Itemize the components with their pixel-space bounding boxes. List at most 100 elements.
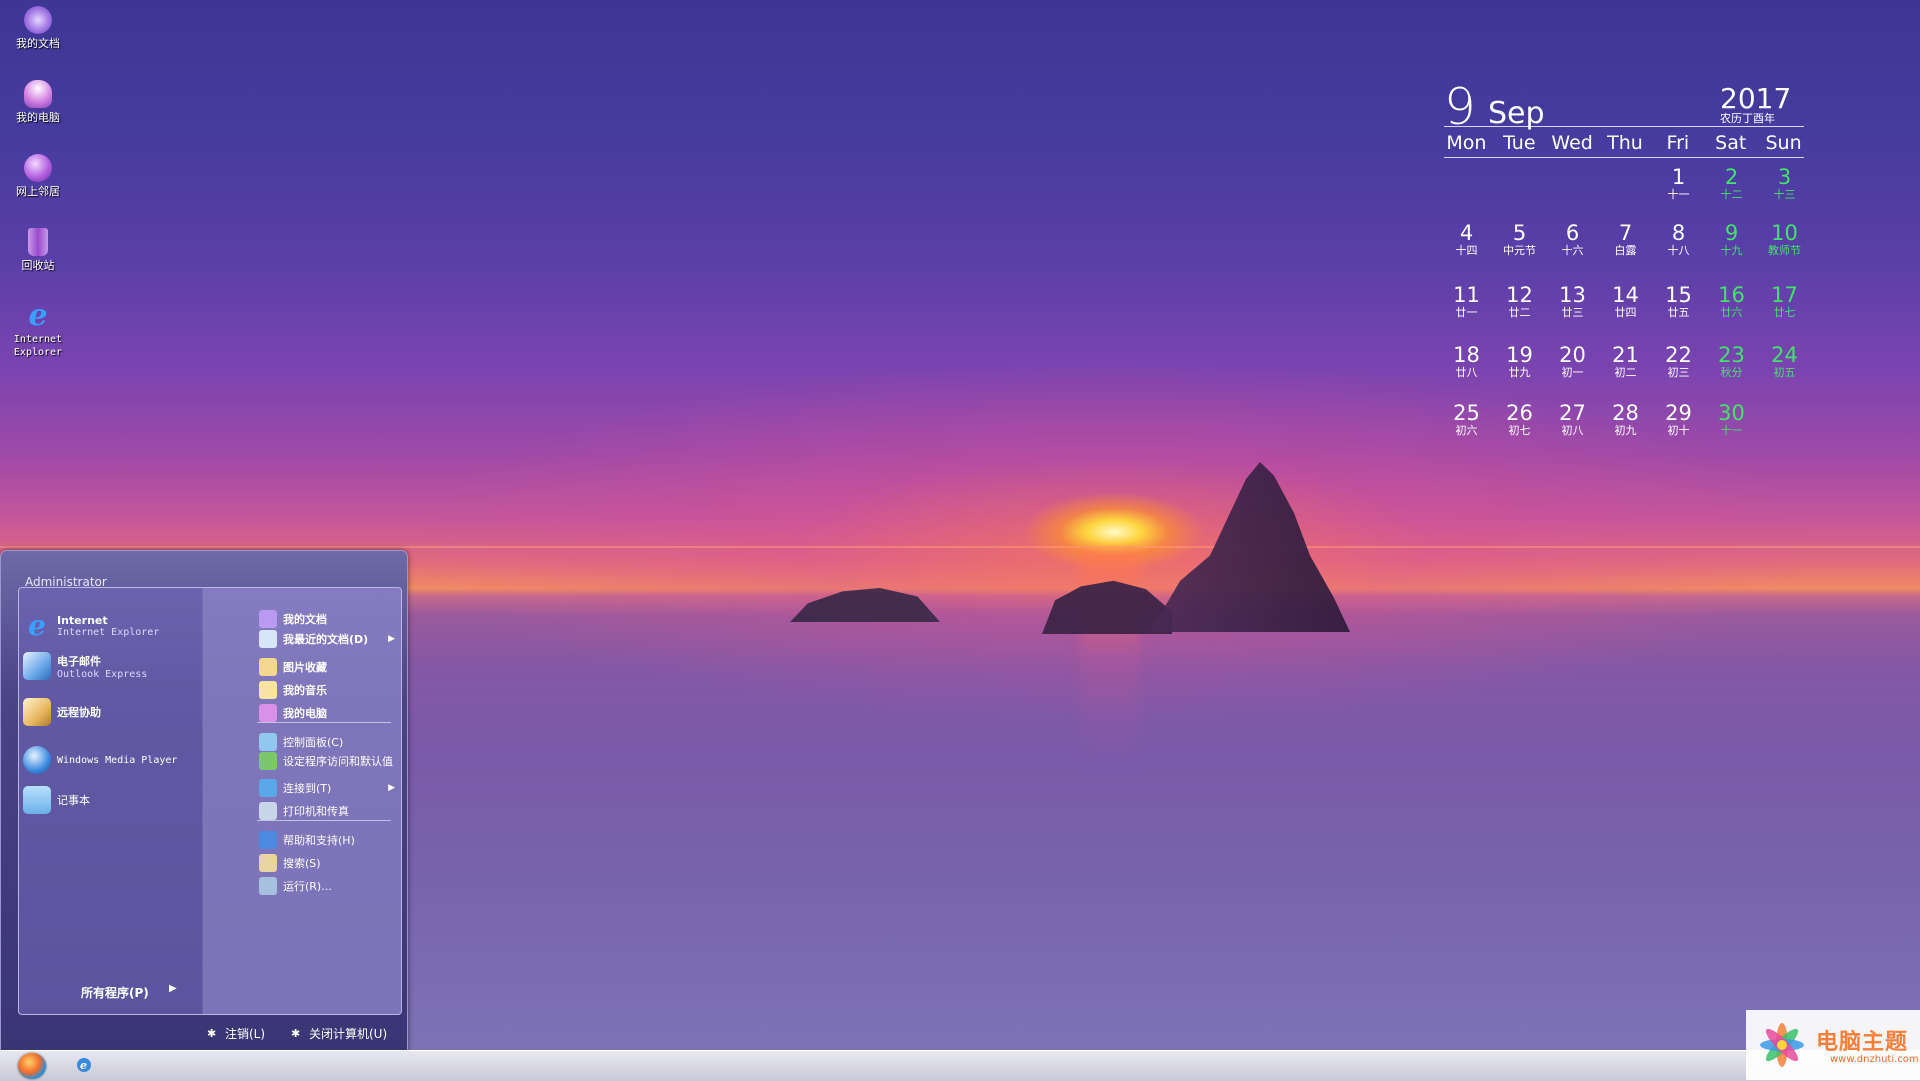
calendar-lunar-date: 十六: [1561, 244, 1584, 257]
calendar-date-cell: 12 廿二: [1493, 284, 1546, 319]
calendar-date-cell: 7 白露: [1599, 222, 1652, 257]
start-right-item-my-pictures[interactable]: 图片收藏: [259, 658, 401, 676]
start-item-remote-assistance[interactable]: 远程协助: [23, 698, 101, 726]
chevron-right-icon: ▶: [388, 634, 395, 644]
calendar-date-cell: 18 廿八: [1440, 344, 1493, 379]
calendar-date-number: 4: [1459, 221, 1474, 245]
weekday-label: Wed: [1551, 132, 1593, 154]
start-right-item-run[interactable]: 运行(R)...: [259, 877, 401, 895]
run-icon: [259, 877, 277, 895]
calendar-date-number: 3: [1777, 165, 1792, 189]
calendar-lunar-date: 廿七: [1773, 306, 1796, 319]
my-computer-icon: [259, 704, 277, 722]
calendar-lunar-date: 十四: [1455, 244, 1478, 257]
calendar-lunar-date: 初三: [1667, 366, 1690, 379]
start-item-email[interactable]: 电子邮件 Outlook Express: [23, 652, 147, 680]
svg-text:e: e: [80, 1059, 87, 1072]
calendar-widget: 9 Sep 2017 农历丁酉年 Mon Tue Wed Thu Fri Sat…: [1440, 78, 1810, 458]
my-computer-icon: [24, 80, 52, 108]
calendar-date-number: 20: [1559, 343, 1586, 367]
outlook-express-icon: [23, 652, 51, 680]
calendar-lunar-date: 廿二: [1508, 306, 1531, 319]
start-right-item-my-documents[interactable]: 我的文档: [259, 610, 401, 628]
calendar-date-cell: 2 十二: [1705, 166, 1758, 201]
calendar-date-number: 1: [1671, 165, 1686, 189]
start-item-internet[interactable]: e Internet Internet Explorer: [23, 612, 159, 640]
calendar-date-cell: 5 中元节: [1493, 222, 1546, 257]
calendar-date-cell: 6 十六: [1546, 222, 1599, 257]
calendar-lunar-date: 廿八: [1455, 366, 1478, 379]
my-music-icon: [259, 681, 277, 699]
network-places-icon: [24, 154, 52, 182]
calendar-date-cell: 27 初八: [1546, 402, 1599, 437]
start-item-notepad[interactable]: 记事本: [23, 786, 90, 814]
recycle-bin-icon: [28, 228, 48, 256]
calendar-lunar-date: 十二: [1720, 188, 1743, 201]
calendar-date-number: 19: [1506, 343, 1533, 367]
calendar-date-cell: 16 廿六: [1705, 284, 1758, 319]
calendar-date-cell: 11 廿一: [1440, 284, 1493, 319]
calendar-lunar-date: 十八: [1667, 244, 1690, 257]
start-right-item-printers-faxes[interactable]: 打印机和传真: [259, 802, 401, 820]
start-right-item-my-music[interactable]: 我的音乐: [259, 681, 401, 699]
desktop-icon-my-documents[interactable]: 我的文档: [2, 6, 74, 50]
start-menu: Administrator e Internet Internet Explore…: [0, 550, 408, 1052]
calendar-date-number: 28: [1612, 401, 1639, 425]
calendar-date-cell: 17 廿七: [1758, 284, 1811, 319]
start-right-item-search[interactable]: 搜索(S): [259, 854, 401, 872]
calendar-date-cell: 10 教师节: [1758, 222, 1811, 257]
calendar-date-number: 17: [1771, 283, 1798, 307]
calendar-date-cell: 1 十一: [1652, 166, 1705, 201]
start-right-item-recent-documents[interactable]: 我最近的文档(D) ▶: [259, 630, 401, 648]
calendar-date-cell: 26 初七: [1493, 402, 1546, 437]
desktop-icon-network-places[interactable]: 网上邻居: [2, 154, 74, 198]
calendar-lunar-date: 廿三: [1561, 306, 1584, 319]
start-right-item-control-panel[interactable]: 控制面板(C): [259, 733, 401, 751]
calendar-date-number: 7: [1618, 221, 1633, 245]
desktop-icon-my-computer[interactable]: 我的电脑: [2, 80, 74, 124]
start-item-media-player[interactable]: Windows Media Player: [23, 746, 177, 774]
calendar-date-number: 12: [1506, 283, 1533, 307]
calendar-date-cell: 28 初九: [1599, 402, 1652, 437]
shutdown-button[interactable]: ✱ 关闭计算机(U): [291, 1025, 387, 1042]
logoff-button[interactable]: ✱ 注销(L): [207, 1025, 265, 1042]
calendar-date-cell: 3 十三: [1758, 166, 1811, 201]
calendar-date-cell: 22 初三: [1652, 344, 1705, 379]
calendar-date-cell: 23 秋分: [1705, 344, 1758, 379]
media-player-icon: [23, 746, 51, 774]
start-right-item-help-support[interactable]: 帮助和支持(H): [259, 831, 401, 849]
calendar-lunar-date: 廿一: [1455, 306, 1478, 319]
menu-separator: [257, 820, 391, 821]
calendar-date-number: 30: [1718, 401, 1745, 425]
start-menu-left-pane: e Internet Internet Explorer 电子邮件 Outlook …: [19, 588, 249, 1014]
calendar-lunar-date: 十一: [1667, 188, 1690, 201]
watermark-url: www.dnzhuti.com: [1830, 1054, 1919, 1065]
start-right-item-connect-to[interactable]: 连接到(T) ▶: [259, 779, 401, 797]
start-right-item-my-computer[interactable]: 我的电脑: [259, 704, 401, 722]
calendar-date-number: 29: [1665, 401, 1692, 425]
calendar-lunar-date: 初二: [1614, 366, 1637, 379]
calendar-date-cell: 9 十九: [1705, 222, 1758, 257]
calendar-date-number: 24: [1771, 343, 1798, 367]
menu-separator: [257, 722, 391, 723]
start-right-item-program-access[interactable]: 设定程序访问和默认值: [259, 752, 401, 770]
desktop-icon-internet-explorer[interactable]: e Internet Explorer: [2, 301, 74, 359]
calendar-lunar-date: 秋分: [1720, 366, 1743, 379]
help-support-icon: [259, 831, 277, 849]
weekday-label: Thu: [1607, 132, 1643, 154]
my-documents-icon: [24, 6, 52, 34]
program-access-icon: [259, 752, 277, 770]
calendar-divider: [1444, 157, 1804, 158]
all-programs-button[interactable]: 所有程序(P): [81, 984, 149, 1001]
calendar-lunar-date: 廿五: [1667, 306, 1690, 319]
start-menu-footer: ✱ 注销(L) ✱ 关闭计算机(U): [1, 1019, 407, 1047]
calendar-date-cell: 24 初五: [1758, 344, 1811, 379]
calendar-lunar-date: 教师节: [1768, 244, 1801, 257]
desktop-icon-recycle-bin[interactable]: 回收站: [2, 228, 74, 272]
calendar-date-number: 10: [1771, 221, 1798, 245]
calendar-lunar-date: 白露: [1614, 244, 1637, 257]
taskbar: [0, 1050, 1920, 1081]
calendar-lunar-year: 农历丁酉年: [1720, 112, 1775, 125]
quicklaunch-internet-explorer-icon[interactable]: e: [76, 1057, 92, 1073]
start-button[interactable]: [18, 1053, 46, 1079]
